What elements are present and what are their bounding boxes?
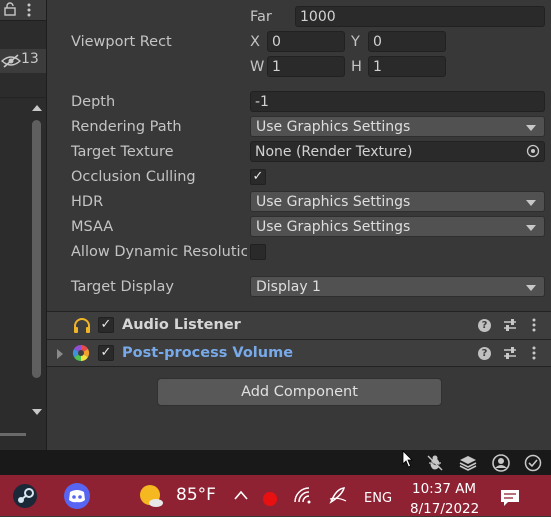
msaa-dropdown[interactable]: Use Graphics Settings bbox=[250, 216, 545, 237]
msaa-label: MSAA bbox=[71, 219, 114, 235]
audio-listener-title: Audio Listener bbox=[122, 317, 241, 333]
depth-label: Depth bbox=[71, 94, 116, 110]
weather-sun-icon[interactable] bbox=[136, 483, 166, 509]
notification-icon[interactable] bbox=[500, 489, 520, 507]
presets-icon[interactable] bbox=[503, 346, 517, 360]
help-icon[interactable]: ? bbox=[478, 319, 491, 332]
depth-field[interactable]: -1 bbox=[250, 91, 545, 112]
occlusion-culling-label: Occlusion Culling bbox=[71, 169, 196, 185]
viewport-w-label: W bbox=[250, 59, 265, 75]
target-texture-value: None (Render Texture) bbox=[255, 144, 413, 160]
allow-dynamic-resolution-label: Allow Dynamic Resolutic bbox=[71, 244, 247, 260]
target-display-dropdown[interactable]: Display 1 bbox=[250, 276, 545, 297]
kebab-menu-icon[interactable] bbox=[531, 346, 537, 362]
weather-temperature[interactable]: 85°F bbox=[176, 485, 216, 505]
scroll-down-arrow-icon[interactable] bbox=[32, 409, 42, 415]
rendering-path-dropdown[interactable]: Use Graphics Settings bbox=[250, 116, 545, 137]
chevron-down-icon bbox=[526, 200, 536, 206]
presets-icon[interactable] bbox=[503, 318, 517, 332]
clock-date[interactable]: 8/17/2022 bbox=[410, 501, 479, 517]
viewport-w-field[interactable]: 1 bbox=[267, 56, 345, 77]
camera-aperture-icon bbox=[72, 344, 90, 362]
hdr-value: Use Graphics Settings bbox=[256, 194, 411, 210]
debug-bug-icon[interactable] bbox=[426, 454, 444, 472]
chevron-up-icon[interactable] bbox=[233, 489, 249, 501]
lock-icon[interactable] bbox=[4, 2, 16, 16]
hierarchy-topbar bbox=[0, 0, 46, 21]
chevron-down-icon bbox=[526, 125, 536, 131]
viewport-x-field[interactable]: 0 bbox=[267, 31, 345, 52]
viewport-y-field[interactable]: 0 bbox=[368, 31, 446, 52]
post-process-volume-enabled-checkbox[interactable]: ✓ bbox=[98, 345, 114, 361]
viewport-h-label: H bbox=[351, 59, 362, 75]
post-process-volume-header[interactable]: ✓ Post-process Volume ? bbox=[47, 339, 551, 367]
record-icon[interactable] bbox=[263, 492, 277, 506]
hidden-eye-icon[interactable] bbox=[0, 53, 22, 69]
headphones-icon bbox=[73, 318, 91, 334]
msaa-value: Use Graphics Settings bbox=[256, 219, 411, 235]
input-language[interactable]: ENG bbox=[364, 491, 392, 506]
target-texture-label: Target Texture bbox=[71, 144, 174, 160]
object-picker-icon[interactable] bbox=[526, 144, 540, 158]
hdr-dropdown[interactable]: Use Graphics Settings bbox=[250, 191, 545, 212]
help-icon[interactable]: ? bbox=[478, 347, 491, 360]
target-display-label: Target Display bbox=[71, 279, 174, 295]
hierarchy-scrollbar-thumb[interactable] bbox=[32, 120, 41, 378]
wifi-icon[interactable] bbox=[293, 486, 313, 504]
collab-cloud-icon[interactable] bbox=[491, 453, 511, 473]
add-component-button[interactable]: Add Component bbox=[157, 378, 442, 406]
viewport-y-label: Y bbox=[351, 34, 360, 50]
allow-dynamic-resolution-checkbox[interactable] bbox=[250, 244, 266, 260]
clock-time[interactable]: 10:37 AM bbox=[412, 481, 476, 497]
horizontal-scrollbar[interactable] bbox=[0, 433, 26, 436]
kebab-menu-icon[interactable] bbox=[531, 318, 537, 334]
audio-listener-header[interactable]: ✓ Audio Listener ? bbox=[47, 311, 551, 339]
target-texture-field[interactable]: None (Render Texture) bbox=[250, 141, 545, 162]
post-process-volume-title: Post-process Volume bbox=[122, 345, 294, 361]
layers-icon[interactable] bbox=[459, 454, 477, 472]
mouse-cursor-icon bbox=[402, 450, 414, 468]
viewport-rect-label: Viewport Rect bbox=[71, 34, 172, 50]
hdr-label: HDR bbox=[71, 194, 104, 210]
foldout-arrow-icon[interactable] bbox=[57, 349, 63, 359]
component-divider bbox=[47, 366, 551, 367]
discord-icon[interactable] bbox=[62, 483, 92, 509]
chevron-down-icon bbox=[526, 225, 536, 231]
pen-icon[interactable] bbox=[328, 485, 348, 505]
rendering-path-label: Rendering Path bbox=[71, 119, 182, 135]
target-display-value: Display 1 bbox=[256, 279, 321, 295]
hierarchy-divider bbox=[0, 97, 46, 98]
viewport-x-label: X bbox=[250, 34, 260, 50]
steam-icon[interactable] bbox=[10, 483, 40, 509]
status-check-icon[interactable] bbox=[524, 454, 542, 472]
audio-listener-enabled-checkbox[interactable]: ✓ bbox=[98, 317, 114, 333]
viewport-h-field[interactable]: 1 bbox=[368, 56, 446, 77]
hierarchy-toolbar: 13 bbox=[0, 49, 46, 73]
rendering-path-value: Use Graphics Settings bbox=[256, 119, 411, 135]
kebab-menu-icon[interactable] bbox=[26, 2, 32, 18]
chevron-down-icon bbox=[526, 285, 536, 291]
windows-taskbar: 85°F ENG 10:37 AM 8/17/2022 bbox=[0, 475, 551, 517]
far-label: Far bbox=[250, 9, 272, 25]
hidden-count: 13 bbox=[21, 51, 39, 67]
editor-status-bar bbox=[0, 450, 551, 475]
occlusion-culling-checkbox[interactable]: ✓ bbox=[250, 169, 266, 185]
far-field[interactable]: 1000 bbox=[295, 6, 545, 27]
scroll-up-arrow-icon[interactable] bbox=[32, 105, 42, 111]
